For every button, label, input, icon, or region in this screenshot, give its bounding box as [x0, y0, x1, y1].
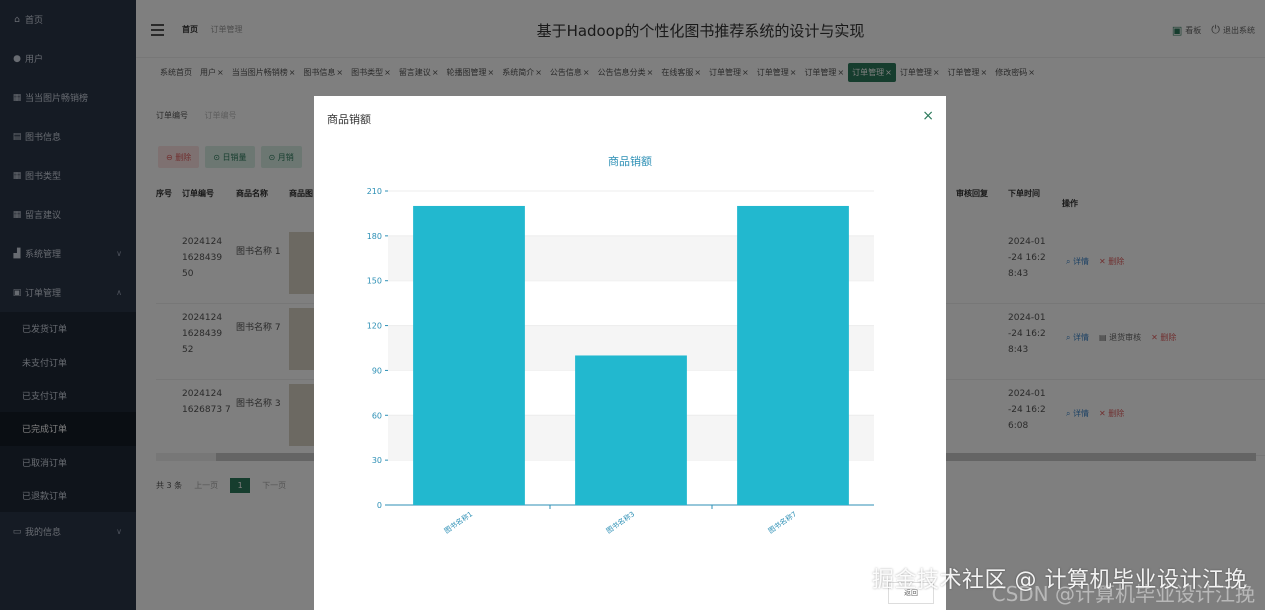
x-tick-label: 图书名称7 — [766, 509, 798, 535]
y-tick-label: 120 — [367, 322, 382, 331]
y-tick-label: 0 — [377, 501, 382, 510]
y-tick-label: 30 — [372, 456, 382, 465]
y-tick-label: 60 — [372, 411, 382, 420]
bar — [575, 355, 687, 505]
y-tick-label: 180 — [367, 232, 382, 241]
watermark: 掘金技术社区 @ 计算机毕业设计江挽 — [872, 568, 1247, 593]
y-tick-label: 90 — [372, 366, 382, 375]
bar — [413, 205, 525, 505]
bar — [737, 205, 849, 505]
y-tick-label: 210 — [367, 187, 382, 196]
x-tick-label: 图书名称3 — [604, 509, 636, 535]
sales-modal: 商品销额 × 商品销额 0 30 60 90 120 150 180 210 图书名称1 图书名称… — [314, 96, 946, 610]
sales-bar-chart: 0 30 60 90 120 150 180 210 图书名称1 图书名称3 图书名称7 — [367, 187, 874, 535]
y-tick-label: 150 — [367, 277, 382, 286]
x-tick-label: 图书名称1 — [442, 509, 474, 535]
